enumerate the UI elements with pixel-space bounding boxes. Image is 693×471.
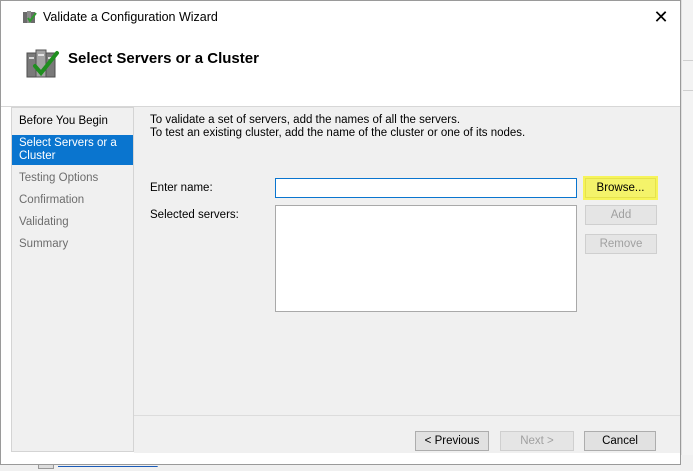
add-button[interactable]: Add [585,205,657,225]
step-summary: Summary [19,238,69,250]
wizard-steps-nav: Before You Begin Select Servers or a Clu… [11,107,134,452]
remove-button[interactable]: Remove [585,234,657,254]
close-icon[interactable]: ✕ [645,4,677,30]
step-before-you-begin[interactable]: Before You Begin [12,115,133,128]
browse-button[interactable]: Browse... [585,178,656,198]
next-button[interactable]: Next > [500,431,574,451]
step-confirmation: Confirmation [19,194,85,206]
step-validating: Validating [19,216,69,228]
server-validate-icon [24,45,60,81]
title-bar: Validate a Configuration Wizard ✕ [1,1,680,33]
enter-name-input[interactable] [275,178,577,198]
instructions: To validate a set of servers, add the na… [150,114,525,140]
wizard-footer: < Previous Next > Cancel [134,415,680,453]
step-testing-options: Testing Options [19,172,99,184]
step-select-servers[interactable]: Select Servers or a Cluster [12,135,133,165]
enter-name-label: Enter name: [150,182,213,194]
selected-servers-list[interactable] [275,205,577,312]
window-title: Validate a Configuration Wizard [43,10,218,24]
background-app-panel [681,0,693,471]
previous-button[interactable]: < Previous [415,431,489,451]
page-title: Select Servers or a Cluster [68,50,259,67]
background-divider [683,90,693,91]
selected-servers-label: Selected servers: [150,209,239,221]
background-divider [683,60,693,61]
instruction-line-1: To validate a set of servers, add the na… [150,114,461,126]
instruction-line-2: To test an existing cluster, add the nam… [150,127,526,139]
wizard-content: To validate a set of servers, add the na… [134,107,680,415]
cluster-wizard-icon [22,10,37,24]
wizard-dialog: Validate a Configuration Wizard ✕ Select… [0,0,681,465]
wizard-header: Select Servers or a Cluster [1,33,680,107]
cancel-button[interactable]: Cancel [584,431,656,451]
